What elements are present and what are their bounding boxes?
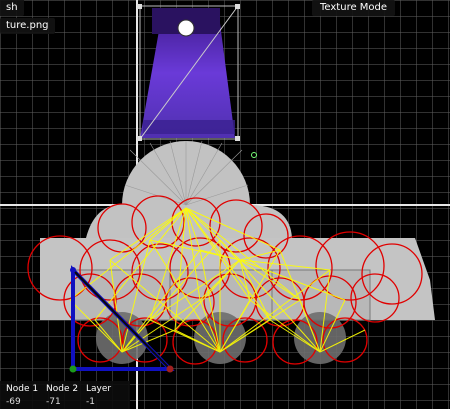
node-info-hud: Node 1 -69 Node 2 -71 Layer -1 — [0, 381, 130, 409]
mesh-canvas[interactable] — [0, 0, 450, 409]
corner-handle[interactable] — [235, 4, 240, 9]
hud-header: Layer — [86, 384, 112, 394]
editor-viewport[interactable]: Texture Mode sh ture.png Node 1 -69 Node… — [0, 0, 450, 409]
mesh-lower — [96, 312, 346, 364]
bone-node[interactable] — [69, 365, 77, 373]
hud-header: Node 1 — [6, 384, 39, 394]
pivot-handle[interactable] — [251, 152, 257, 158]
corner-handle[interactable] — [137, 136, 142, 141]
bone-node[interactable] — [166, 365, 174, 373]
corner-handle[interactable] — [137, 4, 142, 9]
hud-header: Node 2 — [46, 384, 79, 394]
mode-label: Texture Mode — [312, 0, 396, 16]
bone-node[interactable] — [70, 267, 76, 273]
corner-handle[interactable] — [235, 136, 240, 141]
texture-name-label: ture.png — [0, 18, 55, 34]
hud-value: -71 — [46, 397, 61, 407]
hud-value: -1 — [86, 397, 95, 407]
hud-value: -69 — [6, 397, 21, 407]
texture-sprite[interactable] — [137, 4, 240, 141]
mesh-name-label: sh — [0, 0, 24, 16]
